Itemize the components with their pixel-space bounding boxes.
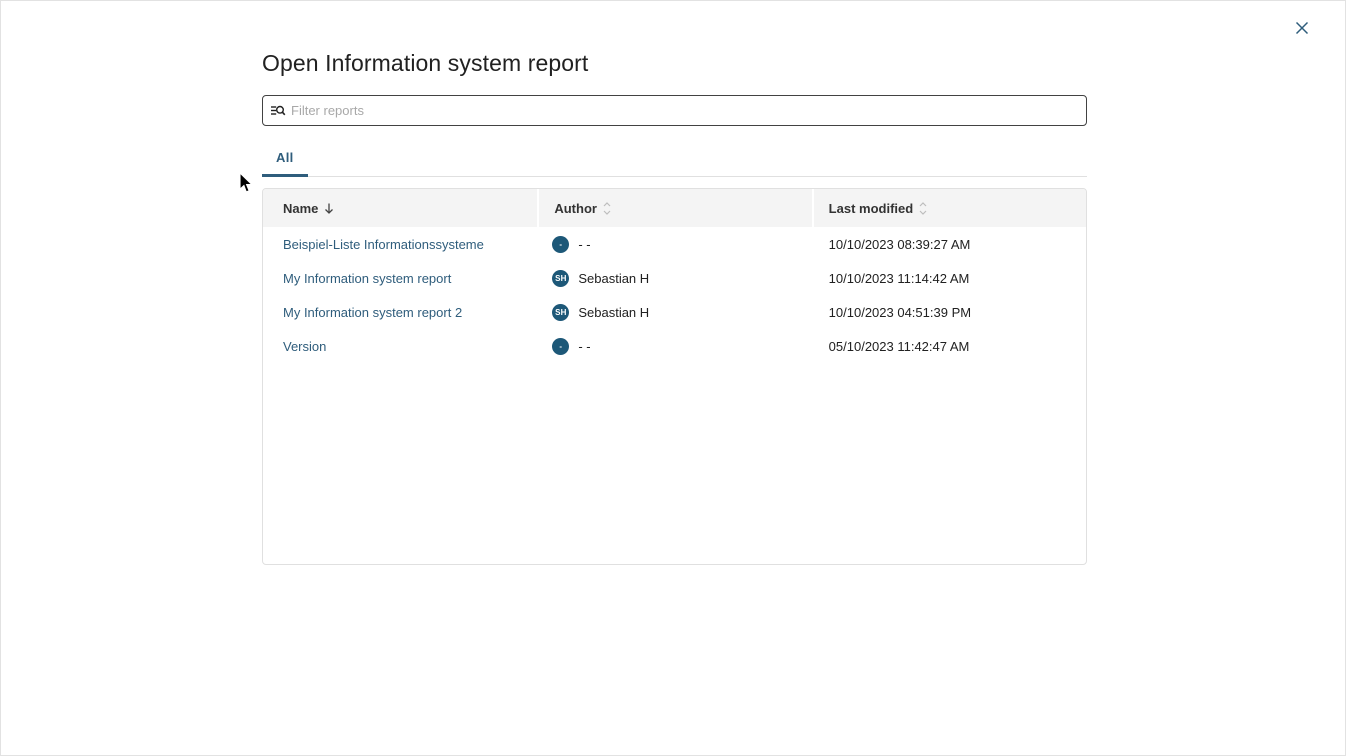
table-row[interactable]: My Information system report 2 SH Sebast… <box>263 295 1086 329</box>
last-modified-value: 10/10/2023 04:51:39 PM <box>812 305 1086 320</box>
filter-reports-field[interactable] <box>262 95 1087 126</box>
table-header: Name Author Last modifie <box>263 189 1086 227</box>
reports-table: Name Author Last modifie <box>262 188 1087 565</box>
report-name-link[interactable]: My Information system report <box>263 271 537 286</box>
filter-reports-input[interactable] <box>291 103 1077 118</box>
last-modified-value: 05/10/2023 11:42:47 AM <box>812 339 1086 354</box>
tab-all-label: All <box>276 150 294 165</box>
table-row[interactable]: My Information system report SH Sebastia… <box>263 261 1086 295</box>
author-cell: - - - <box>537 338 811 355</box>
author-avatar: - <box>552 338 569 355</box>
filter-search-icon <box>270 103 286 118</box>
dialog: Open Information system report All Name <box>262 1 1087 565</box>
column-header-last-modified-label: Last modified <box>829 201 914 216</box>
author-cell: - - - <box>537 236 811 253</box>
column-header-author-label: Author <box>554 201 597 216</box>
report-name-link[interactable]: My Information system report 2 <box>263 305 537 320</box>
author-name: - - <box>578 339 590 354</box>
author-cell: SH Sebastian H <box>537 270 811 287</box>
table-row[interactable]: Beispiel-Liste Informationssysteme - - -… <box>263 227 1086 261</box>
sort-unsorted-icon <box>603 202 611 215</box>
sort-unsorted-icon <box>919 202 927 215</box>
author-name: Sebastian H <box>578 305 649 320</box>
tab-bar: All <box>262 126 1087 177</box>
active-tab-indicator <box>262 174 308 177</box>
column-header-author[interactable]: Author <box>537 189 811 227</box>
table-body: Beispiel-Liste Informationssysteme - - -… <box>263 227 1086 363</box>
sort-desc-arrow-icon <box>324 202 334 215</box>
author-cell: SH Sebastian H <box>537 304 811 321</box>
author-avatar: SH <box>552 304 569 321</box>
report-name-link[interactable]: Version <box>263 339 537 354</box>
tab-all[interactable]: All <box>262 150 308 176</box>
page-title: Open Information system report <box>262 50 1087 77</box>
author-name: Sebastian H <box>578 271 649 286</box>
last-modified-value: 10/10/2023 11:14:42 AM <box>812 271 1086 286</box>
report-name-link[interactable]: Beispiel-Liste Informationssysteme <box>263 237 537 252</box>
close-button[interactable] <box>1288 14 1316 42</box>
author-name: - - <box>578 237 590 252</box>
column-header-name[interactable]: Name <box>263 189 537 227</box>
author-avatar: - <box>552 236 569 253</box>
page: { "dialog": { "title": "Open Information… <box>0 0 1346 756</box>
close-icon <box>1294 20 1310 36</box>
last-modified-value: 10/10/2023 08:39:27 AM <box>812 237 1086 252</box>
column-header-name-label: Name <box>283 201 318 216</box>
table-row[interactable]: Version - - - 05/10/2023 11:42:47 AM <box>263 329 1086 363</box>
mouse-cursor <box>239 172 254 199</box>
column-header-last-modified[interactable]: Last modified <box>812 189 1086 227</box>
author-avatar: SH <box>552 270 569 287</box>
